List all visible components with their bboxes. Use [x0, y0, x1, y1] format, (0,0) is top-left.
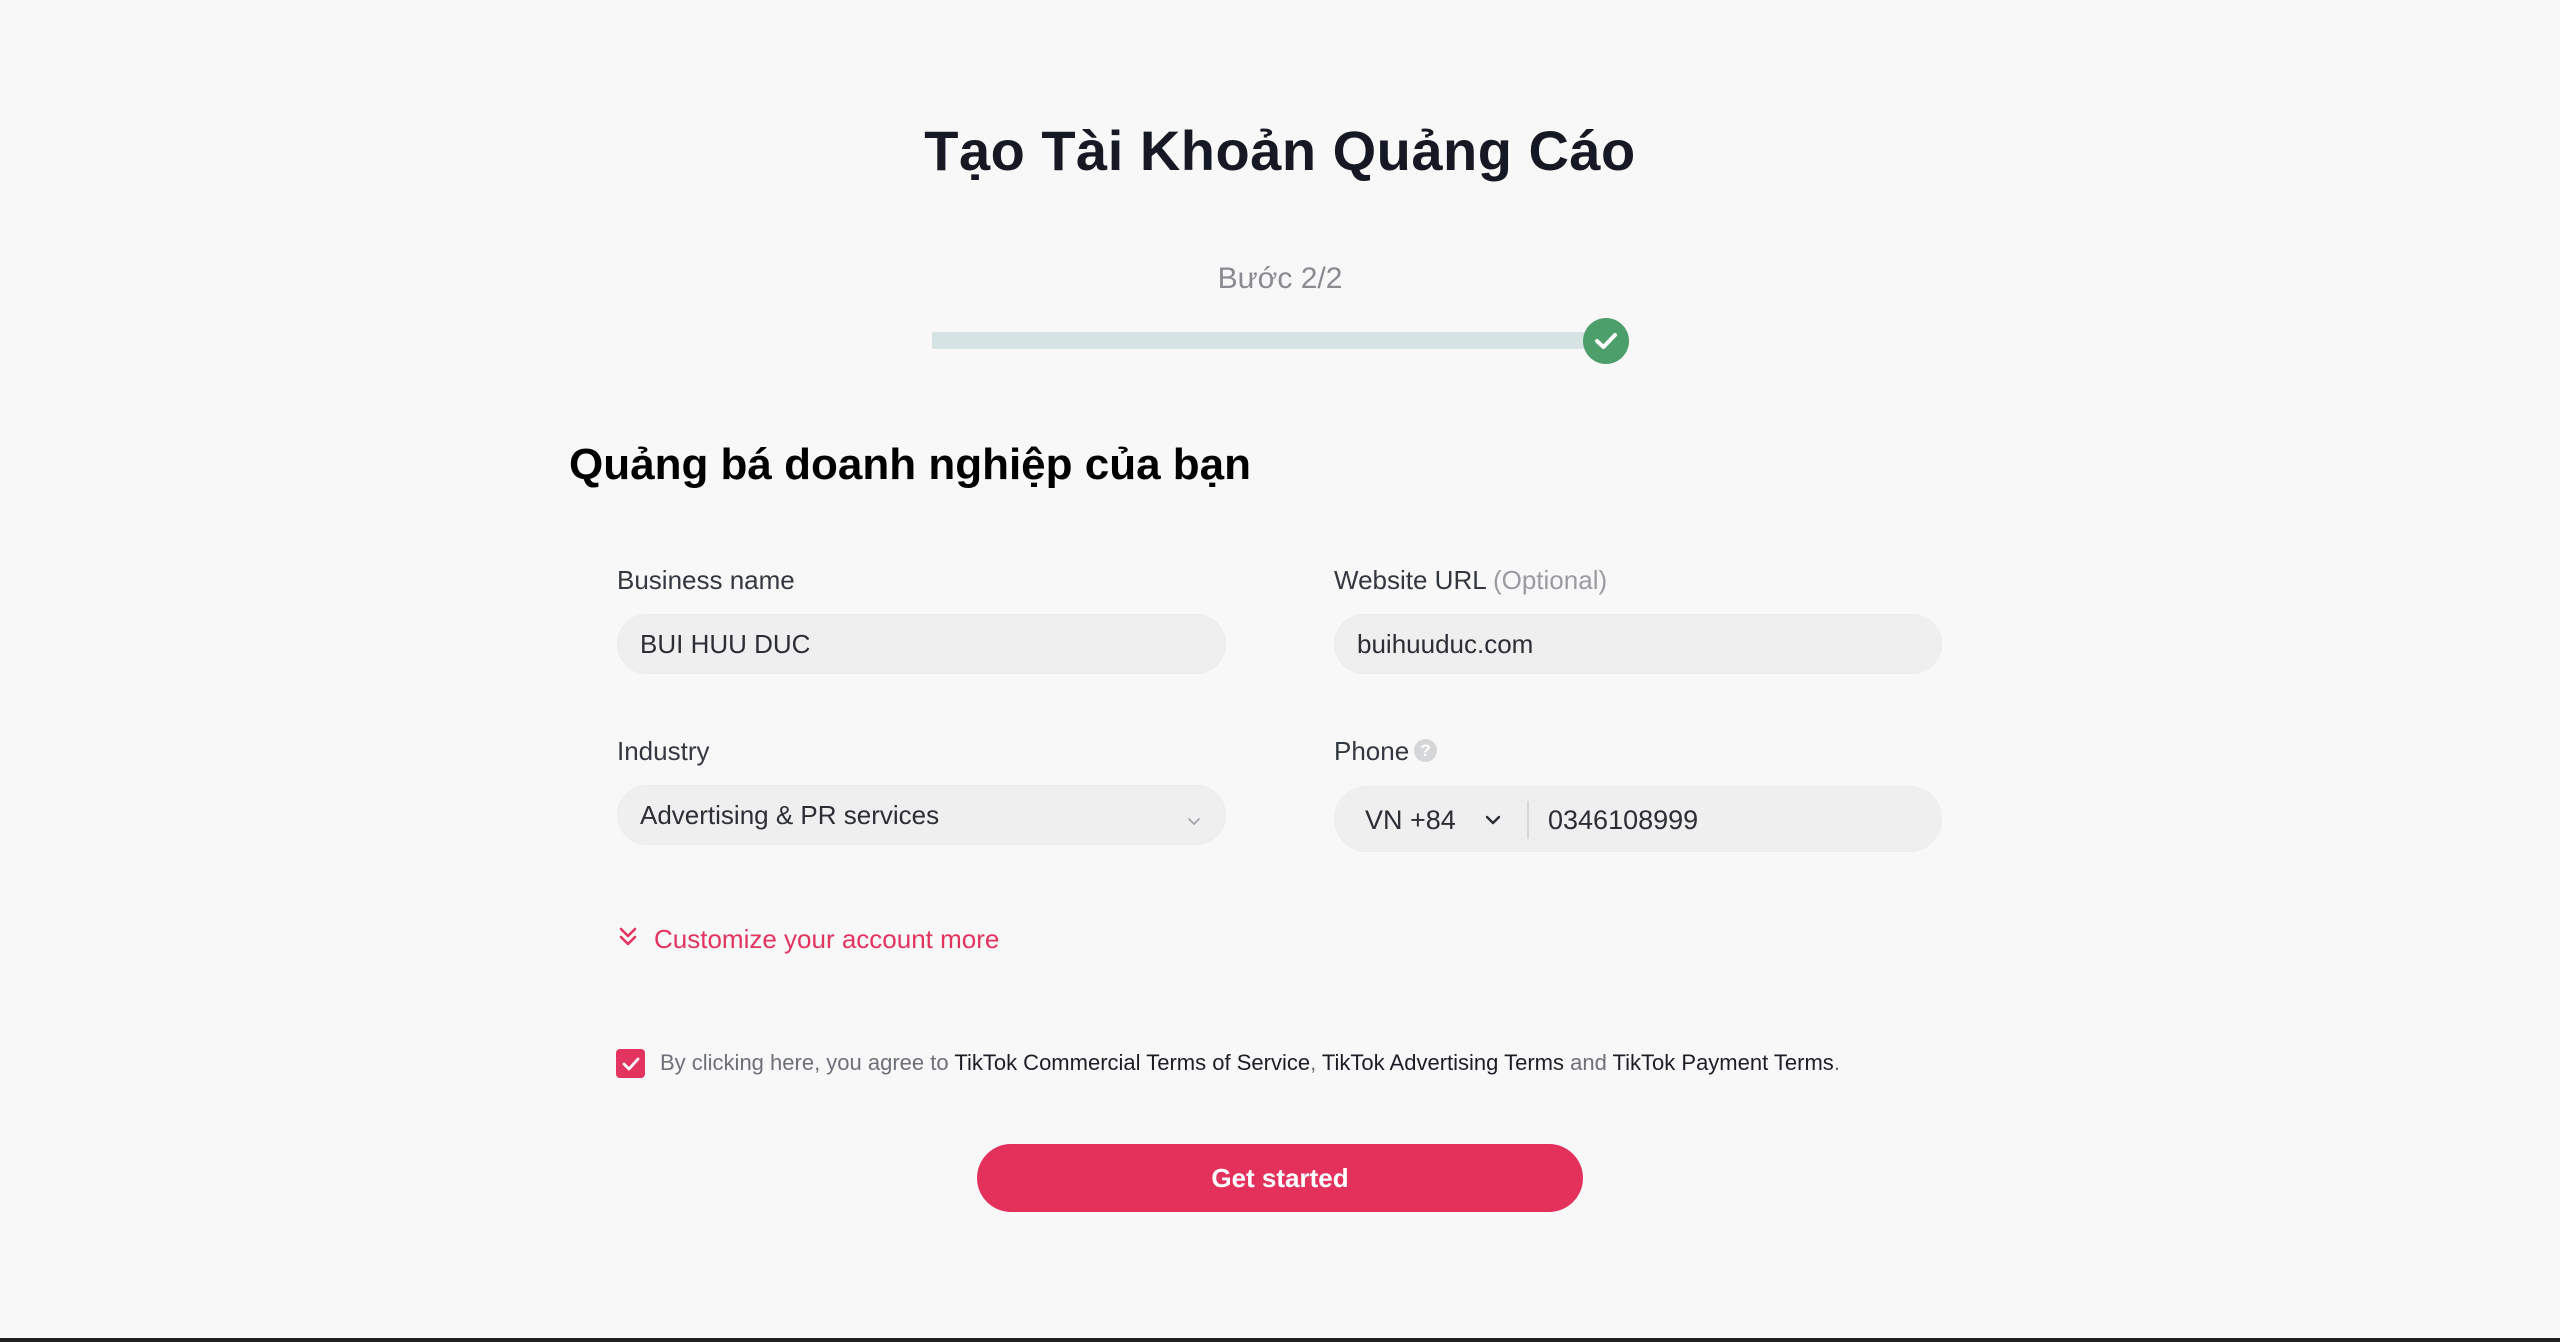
business-name-label: Business name: [617, 565, 795, 595]
phone-field: VN +84 0346108999: [1334, 786, 1942, 852]
advertising-terms-link[interactable]: TikTok Advertising Terms: [1322, 1050, 1564, 1075]
help-icon[interactable]: ?: [1414, 739, 1437, 762]
section-title: Quảng bá doanh nghiệp của bạn: [569, 440, 1252, 489]
business-name-input[interactable]: BUI HUU DUC: [617, 614, 1226, 674]
bottom-border: [0, 1338, 2560, 1342]
create-ad-account-page: Tạo Tài Khoản Quảng Cáo Bước 2/2 Quảng b…: [0, 0, 2560, 1342]
commercial-terms-link[interactable]: TikTok Commercial Terms of Service: [954, 1050, 1310, 1075]
phone-number-value: 0346108999: [1548, 804, 1699, 835]
check-icon: [622, 1057, 639, 1070]
optional-tag: (Optional): [1492, 565, 1608, 595]
chevron-down-icon[interactable]: [1483, 811, 1503, 834]
website-url-label-text: Website URL: [1334, 565, 1486, 595]
website-url-input[interactable]: buihuuduc.com: [1334, 614, 1942, 674]
step-indicator: Bước 2/2: [1217, 262, 1343, 295]
country-code-select[interactable]: VN +84: [1365, 787, 1456, 853]
industry-select[interactable]: Advertising & PR services: [617, 785, 1226, 845]
phone-number-input[interactable]: 0346108999: [1548, 787, 1698, 853]
payment-terms-link[interactable]: TikTok Payment Terms: [1613, 1050, 1834, 1075]
check-icon: [1583, 318, 1629, 364]
terms-sep-1: ,: [1310, 1050, 1322, 1075]
phone-label: Phone: [1334, 736, 1410, 766]
country-code-value: VN +84: [1365, 804, 1456, 835]
customize-account-link[interactable]: Customize your account more: [618, 922, 999, 956]
industry-label: Industry: [617, 736, 710, 766]
customize-label: Customize your account more: [654, 923, 1000, 954]
website-url-value: buihuuduc.com: [1357, 628, 1534, 659]
terms-text: By clicking here, you agree to TikTok Co…: [660, 1050, 1840, 1076]
terms-suffix: .: [1833, 1050, 1840, 1075]
double-chevron-down-icon: [618, 924, 638, 955]
industry-value: Advertising & PR services: [640, 799, 940, 830]
chevron-down-icon: [1185, 806, 1203, 837]
page-title: Tạo Tài Khoản Quảng Cáo: [924, 119, 1636, 182]
get-started-button[interactable]: Get started: [977, 1144, 1583, 1212]
website-url-label: Website URL (Optional): [1334, 565, 1607, 596]
terms-checkbox[interactable]: [616, 1049, 645, 1078]
progress-bar: [932, 332, 1588, 349]
business-name-value: BUI HUU DUC: [640, 628, 811, 659]
phone-divider: [1527, 801, 1529, 839]
terms-sep-2: and: [1563, 1050, 1613, 1075]
progress-fill: [932, 332, 1588, 349]
terms-prefix: By clicking here, you agree to: [660, 1050, 955, 1075]
